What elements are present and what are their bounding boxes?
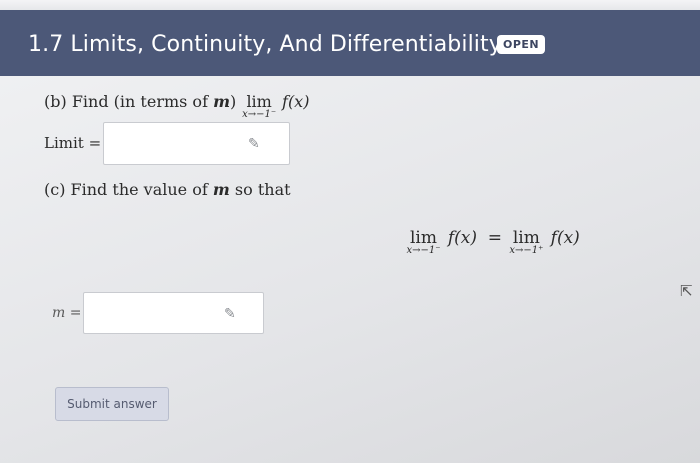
part-c-text-after: so that: [234, 180, 291, 199]
function-expression: f(x): [282, 92, 310, 111]
pencil-icon[interactable]: ✎: [224, 306, 236, 322]
right-limit-operator: lim x→−1⁺: [509, 228, 543, 256]
continuity-equation: lim x→−1⁻ f(x) = lim x→−1⁺ f(x): [406, 228, 580, 256]
pencil-icon[interactable]: ✎: [248, 136, 260, 152]
part-c-variable: m: [212, 180, 230, 199]
limit-input[interactable]: ✎: [103, 122, 290, 165]
limit-operator: lim x→−1⁻: [242, 92, 276, 120]
lim-subscript: x→−1⁻: [242, 109, 277, 120]
m-input[interactable]: ✎: [83, 292, 264, 334]
mouse-cursor-icon: ⇱: [680, 282, 693, 300]
problem-content: (b) Find (in terms of m) lim x→−1⁻ f(x) L…: [0, 76, 700, 463]
left-limit-operator: lim x→−1⁻: [406, 228, 440, 256]
right-lim-subscript: x→−1⁺: [509, 245, 544, 256]
part-b-close-paren: ): [230, 92, 237, 111]
part-c-prompt: (c) Find the value of m so that: [44, 180, 291, 199]
part-b-variable: m: [213, 92, 231, 111]
submit-answer-button[interactable]: Submit answer: [55, 387, 169, 421]
page-title: 1.7 Limits, Continuity, And Differentiab…: [28, 32, 502, 57]
part-b-label: (b) Find (in terms of: [44, 92, 208, 111]
status-badge: OPEN: [497, 35, 546, 54]
part-c-text-before: (c) Find the value of: [44, 180, 208, 199]
top-strip: [0, 0, 700, 10]
m-input-label: m =: [52, 305, 82, 321]
limit-input-label: Limit =: [44, 134, 102, 152]
equals-sign: =: [487, 228, 503, 248]
part-b-prompt: (b) Find (in terms of m) lim x→−1⁻ f(x): [44, 92, 310, 120]
left-lim-subscript: x→−1⁻: [406, 245, 441, 256]
page-header: 1.7 Limits, Continuity, And Differentiab…: [0, 10, 700, 76]
right-function: f(x): [550, 228, 580, 248]
left-function: f(x): [447, 228, 477, 248]
